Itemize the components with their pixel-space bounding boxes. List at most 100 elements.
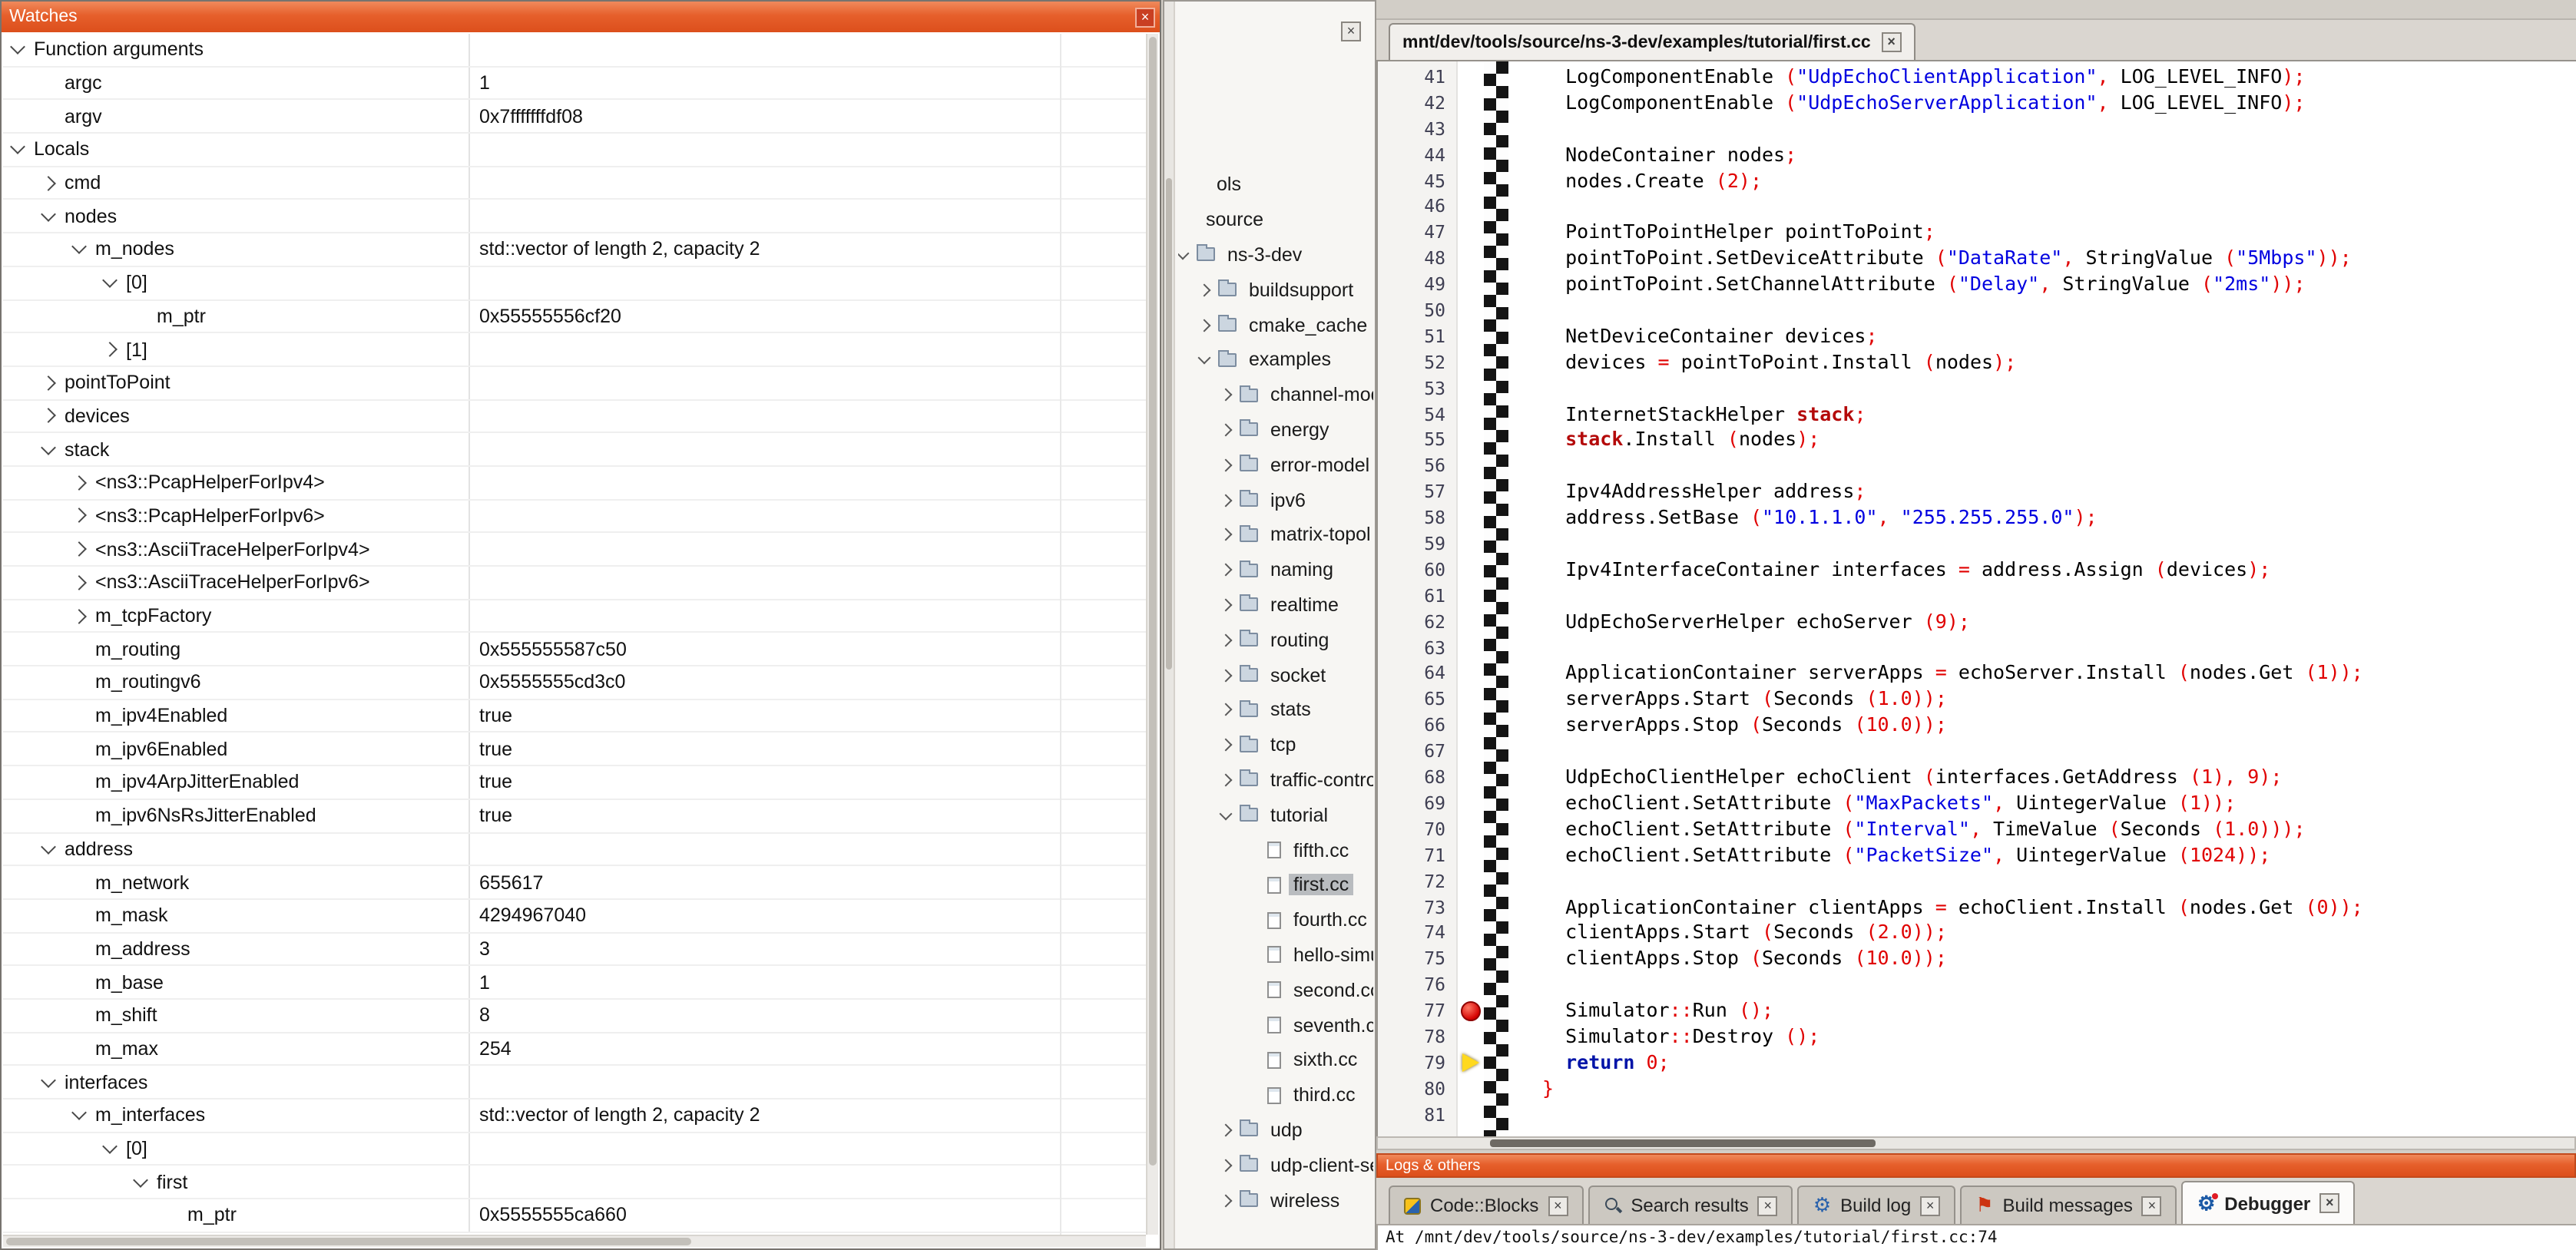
code-line[interactable]: 42 LogComponentEnable ("UdpEchoServerApp…: [1378, 91, 2576, 117]
breakpoint-margin[interactable]: [1458, 194, 1484, 220]
collapse-icon[interactable]: [41, 207, 56, 222]
code-line[interactable]: 59: [1378, 531, 2576, 557]
expand-icon[interactable]: [1220, 669, 1233, 682]
code-line[interactable]: 63: [1378, 635, 2576, 661]
tree-item[interactable]: third.cc: [1178, 1077, 1373, 1113]
line-number[interactable]: 51: [1378, 324, 1458, 350]
breakpoint-margin[interactable]: [1458, 505, 1484, 531]
code-line[interactable]: 51 NetDeviceContainer devices;: [1378, 324, 2576, 350]
expand-icon[interactable]: [1220, 1123, 1233, 1136]
line-number[interactable]: 52: [1378, 350, 1458, 376]
tree-item[interactable]: realtime: [1178, 587, 1373, 623]
scrollbar-thumb[interactable]: [6, 1238, 692, 1245]
line-number[interactable]: 74: [1378, 921, 1458, 947]
line-number[interactable]: 49: [1378, 272, 1458, 298]
watch-row[interactable]: <ns3::AsciiTraceHelperForIpv6>: [3, 567, 1146, 600]
line-number[interactable]: 62: [1378, 609, 1458, 635]
expand-icon[interactable]: [71, 475, 87, 491]
breakpoint-margin[interactable]: [1458, 480, 1484, 506]
watch-row[interactable]: cmd: [3, 167, 1146, 200]
editor-tab[interactable]: mnt/dev/tools/source/ns-3-dev/examples/t…: [1389, 23, 1915, 60]
tree-item[interactable]: buildsupport: [1178, 273, 1373, 308]
code-line[interactable]: 72: [1378, 868, 2576, 895]
logs-tab-debugger[interactable]: ⚙Debugger×: [2182, 1181, 2355, 1224]
code-line[interactable]: 61: [1378, 584, 2576, 610]
breakpoint-margin[interactable]: [1458, 375, 1484, 402]
scrollbar-thumb[interactable]: [1149, 37, 1157, 1166]
watch-row[interactable]: nodes: [3, 200, 1146, 233]
line-number[interactable]: 57: [1378, 480, 1458, 506]
breakpoint-margin[interactable]: [1458, 402, 1484, 428]
code-line[interactable]: 60 Ipv4InterfaceContainer interfaces = a…: [1378, 557, 2576, 584]
watch-row[interactable]: m_shift8: [3, 1000, 1146, 1033]
tab-close-icon[interactable]: ×: [1920, 1195, 1940, 1215]
collapse-icon[interactable]: [1178, 246, 1189, 260]
tree-item[interactable]: udp-client-ser: [1178, 1148, 1373, 1183]
expand-icon[interactable]: [41, 175, 56, 190]
line-number[interactable]: 80: [1378, 1076, 1458, 1102]
line-number[interactable]: 75: [1378, 947, 1458, 973]
watch-row[interactable]: <ns3::PcapHelperForIpv4>: [3, 467, 1146, 500]
tree-item[interactable]: naming: [1178, 553, 1373, 588]
breakpoint-margin[interactable]: [1458, 765, 1484, 791]
expand-icon[interactable]: [71, 608, 87, 623]
breakpoint-margin[interactable]: [1458, 298, 1484, 324]
code-line[interactable]: 52 devices = pointToPoint.Install (nodes…: [1378, 350, 2576, 376]
line-number[interactable]: 77: [1378, 998, 1458, 1024]
expand-icon[interactable]: [1220, 1159, 1233, 1172]
code-line[interactable]: 54 InternetStackHelper stack;: [1378, 402, 2576, 428]
code-line[interactable]: 76: [1378, 972, 2576, 998]
expand-icon[interactable]: [1198, 319, 1211, 332]
expand-icon[interactable]: [41, 375, 56, 391]
expand-icon[interactable]: [1220, 598, 1233, 611]
collapse-icon[interactable]: [133, 1172, 148, 1188]
tree-item[interactable]: second.cc: [1178, 973, 1373, 1008]
breakpoint-margin[interactable]: [1458, 947, 1484, 973]
breakpoint-margin[interactable]: [1458, 739, 1484, 765]
window-close-icon[interactable]: ×: [1135, 7, 1155, 27]
code-line[interactable]: 73 ApplicationContainer clientApps = ech…: [1378, 895, 2576, 921]
line-number[interactable]: 54: [1378, 402, 1458, 428]
breakpoint-margin[interactable]: [1458, 635, 1484, 661]
watch-row[interactable]: m_tcpFactory: [3, 600, 1146, 633]
tree-item[interactable]: tcp: [1178, 728, 1373, 763]
watch-row[interactable]: [0]: [3, 267, 1146, 300]
expand-icon[interactable]: [1220, 739, 1233, 752]
breakpoint-margin[interactable]: [1458, 584, 1484, 610]
code-line[interactable]: 47 PointToPointHelper pointToPoint;: [1378, 220, 2576, 246]
tree-item[interactable]: fourth.cc: [1178, 902, 1373, 938]
line-number[interactable]: 69: [1378, 791, 1458, 817]
code-line[interactable]: 75 clientApps.Stop (Seconds (10.0));: [1378, 947, 2576, 973]
breakpoint-margin[interactable]: [1458, 1024, 1484, 1050]
line-number[interactable]: 56: [1378, 454, 1458, 480]
breakpoint-margin[interactable]: [1458, 817, 1484, 843]
line-number[interactable]: 66: [1378, 713, 1458, 739]
expand-icon[interactable]: [71, 575, 87, 590]
watch-row[interactable]: m_mask4294967040: [3, 900, 1146, 933]
collapse-icon[interactable]: [71, 1106, 87, 1121]
code-line[interactable]: 66 serverApps.Stop (Seconds (10.0));: [1378, 713, 2576, 739]
tree-item[interactable]: energy: [1178, 412, 1373, 448]
code-line[interactable]: 70 echoClient.SetAttribute ("Interval", …: [1378, 817, 2576, 843]
breakpoint-margin[interactable]: [1458, 324, 1484, 350]
code-line[interactable]: 57 Ipv4AddressHelper address;: [1378, 480, 2576, 506]
editor-horizontal-scrollbar[interactable]: [1376, 1136, 2576, 1150]
tree-item[interactable]: stats: [1178, 693, 1373, 728]
watch-row[interactable]: m_routing0x555555587c50: [3, 633, 1146, 666]
expand-icon[interactable]: [102, 342, 118, 357]
breakpoint-margin[interactable]: [1458, 609, 1484, 635]
code-line[interactable]: 78 Simulator::Destroy ();: [1378, 1024, 2576, 1050]
watch-row[interactable]: address: [3, 833, 1146, 866]
breakpoint-margin[interactable]: [1458, 246, 1484, 272]
line-number[interactable]: 44: [1378, 142, 1458, 168]
collapse-icon[interactable]: [10, 140, 25, 155]
tree-item[interactable]: channel-mod: [1178, 378, 1373, 413]
breakpoint-margin[interactable]: [1458, 921, 1484, 947]
line-number[interactable]: 46: [1378, 194, 1458, 220]
breakpoint-margin[interactable]: [1458, 895, 1484, 921]
expand-icon[interactable]: [1220, 773, 1233, 786]
file-tree-scrollbar[interactable]: [1164, 2, 1175, 1248]
breakpoint-margin[interactable]: [1458, 117, 1484, 143]
expand-icon[interactable]: [1220, 389, 1233, 402]
watch-row[interactable]: Function arguments: [3, 34, 1146, 67]
